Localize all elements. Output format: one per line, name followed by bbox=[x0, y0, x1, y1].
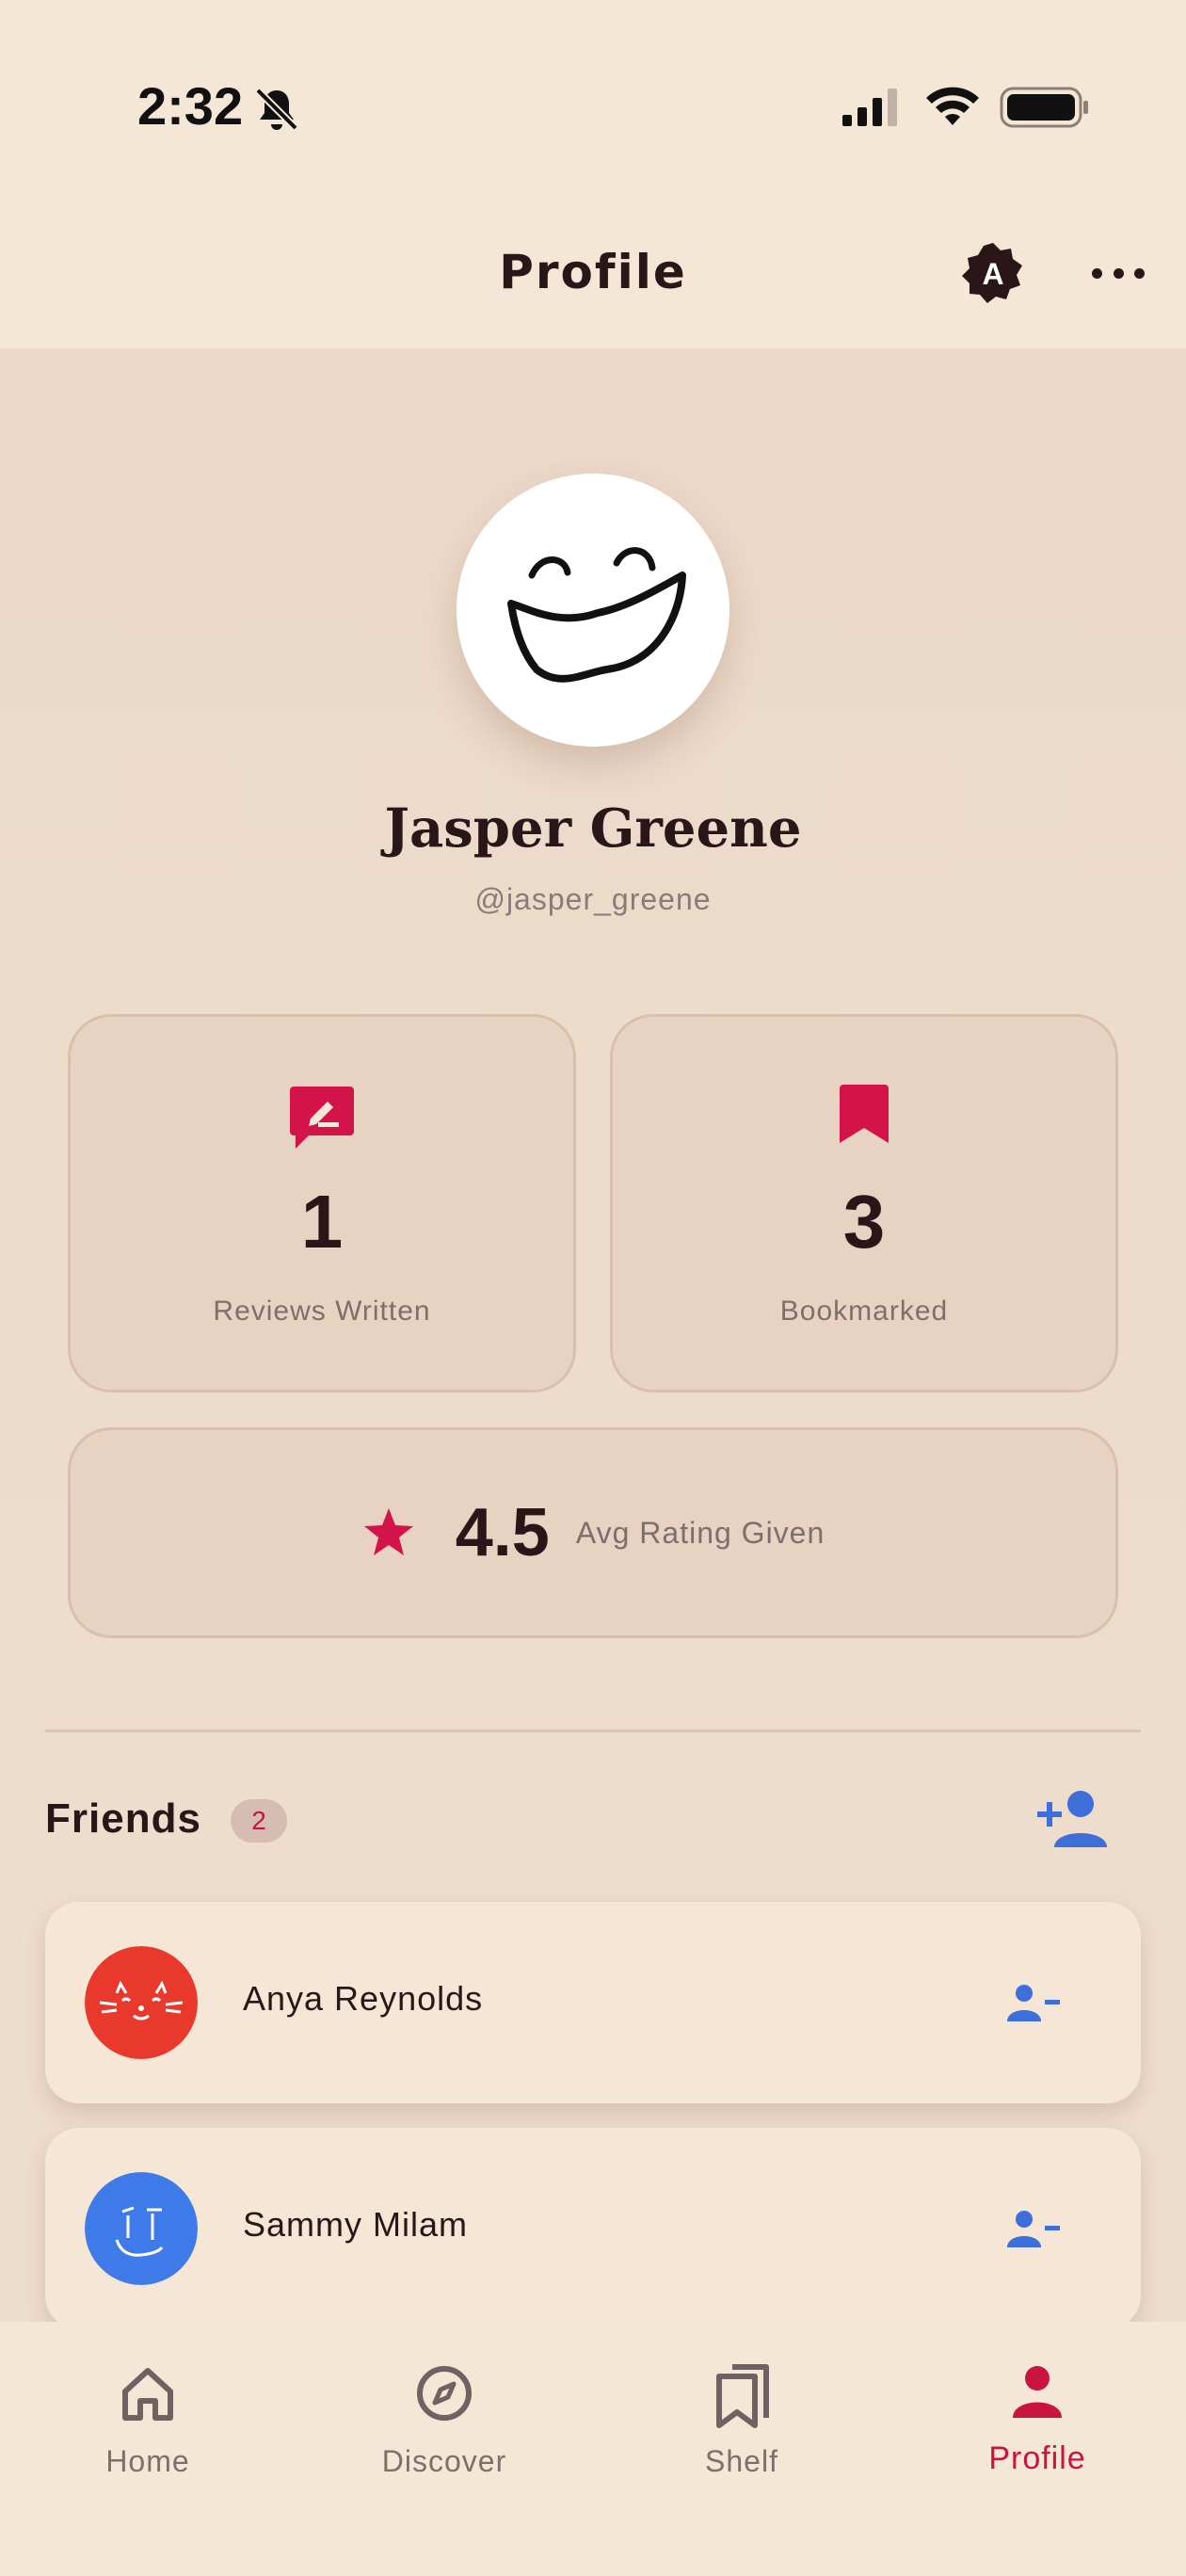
home-icon bbox=[122, 2368, 173, 2421]
rating-stat-card[interactable]: 4.5 Avg Rating Given bbox=[68, 1427, 1118, 1638]
bell-muted-icon bbox=[255, 88, 298, 131]
profile-content: Jasper Greene @jasper_greene 1 Reviews W… bbox=[0, 348, 1186, 2329]
battery-icon bbox=[1000, 87, 1088, 128]
rating-row: 4.5 Avg Rating Given bbox=[71, 1430, 1115, 1635]
status-bar: 2:32 bbox=[0, 0, 1186, 217]
section-divider bbox=[45, 1730, 1141, 1732]
avatar[interactable] bbox=[457, 474, 729, 747]
a-badge-letter: A bbox=[982, 257, 1003, 291]
remove-friend-icon[interactable] bbox=[1007, 1984, 1062, 2023]
user-handle: @jasper_greene bbox=[474, 882, 712, 916]
nav-label-discover: Discover bbox=[381, 2444, 507, 2478]
a-badge-icon[interactable]: A bbox=[960, 240, 1026, 306]
status-time: 2:32 bbox=[137, 76, 244, 136]
friend-row[interactable]: Sammy Milam bbox=[45, 2128, 1141, 2329]
nav-item-home[interactable]: Home bbox=[54, 2344, 242, 2495]
avg-rating-label: Avg Rating Given bbox=[575, 1515, 825, 1550]
review-icon bbox=[290, 1087, 354, 1149]
nav-label-profile: Profile bbox=[988, 2440, 1086, 2476]
more-dot bbox=[1113, 267, 1124, 279]
more-dot bbox=[1092, 267, 1102, 279]
bookmarks-count: 3 bbox=[842, 1180, 886, 1264]
user-name: Jasper Greene bbox=[384, 797, 802, 860]
shelf-icon bbox=[716, 2364, 769, 2428]
app-header: Profile A bbox=[0, 217, 1186, 348]
wifi-icon bbox=[926, 87, 979, 125]
cat-face-avatar-icon bbox=[85, 1946, 198, 2059]
nav-label-home: Home bbox=[105, 2444, 190, 2478]
person-icon bbox=[1013, 2366, 1062, 2418]
doodle-face-avatar-icon bbox=[85, 2172, 198, 2285]
friend-row[interactable]: Anya Reynolds bbox=[45, 1902, 1141, 2103]
nav-item-shelf[interactable]: Shelf bbox=[648, 2344, 836, 2495]
reviews-stat-card[interactable]: 1 Reviews Written bbox=[68, 1014, 576, 1393]
more-dot bbox=[1134, 267, 1145, 279]
bookmarks-stat-card[interactable]: 3 Bookmarked bbox=[610, 1014, 1118, 1393]
nav-label-shelf: Shelf bbox=[705, 2444, 778, 2478]
friend-avatar bbox=[85, 2172, 198, 2285]
friends-heading: Friends bbox=[45, 1795, 201, 1842]
star-icon bbox=[363, 1508, 413, 1555]
bookmark-icon bbox=[840, 1085, 889, 1143]
add-friend-icon[interactable] bbox=[1035, 1789, 1111, 1851]
friends-count-badge: 2 bbox=[231, 1799, 287, 1843]
bottom-nav: Home Discover Shelf Profile bbox=[0, 2322, 1186, 2576]
remove-friend-icon[interactable] bbox=[1007, 2210, 1062, 2249]
friend-name: Anya Reynolds bbox=[243, 1979, 484, 2018]
reviews-label: Reviews Written bbox=[213, 1296, 431, 1327]
friend-name: Sammy Milam bbox=[243, 2205, 469, 2244]
avg-rating-value: 4.5 bbox=[455, 1495, 550, 1570]
friend-avatar bbox=[85, 1946, 198, 2059]
bookmarks-label: Bookmarked bbox=[779, 1296, 949, 1327]
smiley-avatar-icon bbox=[507, 547, 686, 683]
profile-screen: 2:32 Profile A Jasper Greene @jasper_gre… bbox=[0, 0, 1186, 2576]
compass-icon bbox=[417, 2366, 472, 2421]
reviews-count: 1 bbox=[300, 1180, 344, 1264]
signal-icon bbox=[842, 89, 897, 126]
more-icon[interactable] bbox=[1092, 250, 1145, 297]
nav-item-discover[interactable]: Discover bbox=[350, 2344, 538, 2495]
nav-item-profile[interactable]: Profile bbox=[943, 2344, 1131, 2495]
